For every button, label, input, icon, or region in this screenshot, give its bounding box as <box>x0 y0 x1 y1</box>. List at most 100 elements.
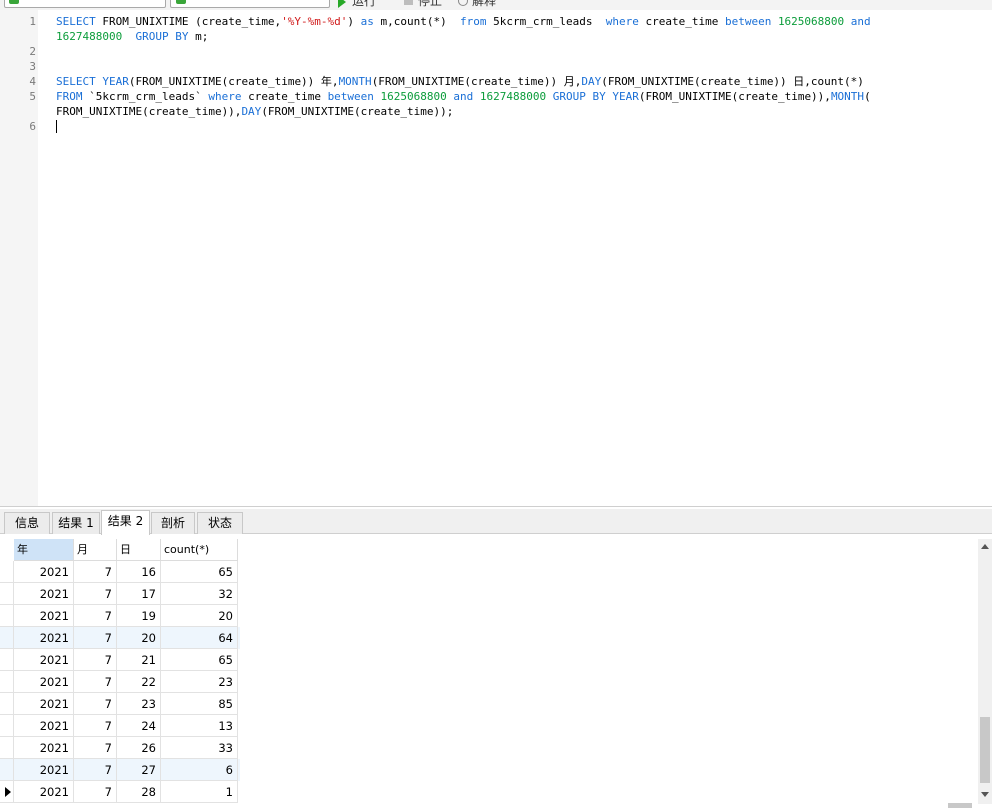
run-button[interactable]: 运行 <box>352 0 376 9</box>
cell-year[interactable]: 2021 <box>14 759 74 781</box>
cell-count[interactable]: 6 <box>161 759 238 781</box>
cell-count[interactable]: 20 <box>161 605 238 627</box>
row-selector[interactable] <box>0 649 14 671</box>
cell-day[interactable]: 28 <box>117 781 161 803</box>
cell-year[interactable]: 2021 <box>14 693 74 715</box>
sql-editor[interactable]: 1 2 3 4 5 6 SELECT FROM_UNIXTIME (create… <box>0 10 992 507</box>
cell-day[interactable]: 22 <box>117 671 161 693</box>
table-row[interactable]: 2021 7 24 13 <box>0 715 240 737</box>
row-selector[interactable] <box>0 561 14 583</box>
cell-count[interactable]: 13 <box>161 715 238 737</box>
tab-result-2[interactable]: 结果 2 <box>101 510 150 535</box>
table-row[interactable]: 2021 7 16 65 <box>0 561 240 583</box>
cell-year[interactable]: 2021 <box>14 737 74 759</box>
sql-keyword: from <box>460 15 487 28</box>
result-grid[interactable]: 年 月 日 count(*) 2021 7 16 65 2021 7 17 32 2021 7 19… <box>0 535 992 808</box>
sql-keyword: DAY <box>241 105 262 118</box>
sql-line-1-wrap: 1627488000 GROUP BY m; <box>56 29 208 44</box>
stop-button[interactable]: 停止 <box>418 0 442 9</box>
tab-info[interactable]: 信息 <box>4 512 50 534</box>
cell-day[interactable]: 17 <box>117 583 161 605</box>
cell-count[interactable]: 85 <box>161 693 238 715</box>
row-selector[interactable] <box>0 627 14 649</box>
cell-year[interactable]: 2021 <box>14 583 74 605</box>
cell-month[interactable]: 7 <box>74 737 117 759</box>
column-header-month[interactable]: 月 <box>74 539 117 561</box>
cell-day[interactable]: 23 <box>117 693 161 715</box>
sql-text: create_time <box>241 90 328 103</box>
tab-status[interactable]: 状态 <box>197 512 243 534</box>
table-row[interactable]: 2021 7 27 6 <box>0 759 240 781</box>
cell-count[interactable]: 1 <box>161 781 238 803</box>
table-row[interactable]: 2021 7 28 1 <box>0 781 240 803</box>
row-selector[interactable] <box>0 737 14 759</box>
cell-month[interactable]: 7 <box>74 781 117 803</box>
scroll-down-icon[interactable] <box>981 792 989 797</box>
splitter[interactable] <box>0 506 992 507</box>
cell-day[interactable]: 16 <box>117 561 161 583</box>
row-selector[interactable] <box>0 671 14 693</box>
table-row[interactable]: 2021 7 17 32 <box>0 583 240 605</box>
row-selector[interactable] <box>0 781 14 803</box>
scrollbar-thumb[interactable] <box>980 717 990 783</box>
cell-year[interactable]: 2021 <box>14 561 74 583</box>
cell-month[interactable]: 7 <box>74 759 117 781</box>
column-header-day[interactable]: 日 <box>117 539 161 561</box>
table-row[interactable]: 2021 7 22 23 <box>0 671 240 693</box>
cell-day[interactable]: 19 <box>117 605 161 627</box>
row-selector[interactable] <box>0 715 14 737</box>
cell-year[interactable]: 2021 <box>14 605 74 627</box>
tab-result-1[interactable]: 结果 1 <box>52 512 100 534</box>
cell-day[interactable]: 24 <box>117 715 161 737</box>
cell-year[interactable]: 2021 <box>14 627 74 649</box>
cell-month[interactable]: 7 <box>74 649 117 671</box>
cell-month[interactable]: 7 <box>74 561 117 583</box>
table-row[interactable]: 2021 7 20 64 <box>0 627 240 649</box>
database-combo[interactable] <box>170 0 330 8</box>
cell-count[interactable]: 23 <box>161 671 238 693</box>
table-row[interactable]: 2021 7 21 65 <box>0 649 240 671</box>
explain-button[interactable]: 解释 <box>472 0 496 9</box>
cell-year[interactable]: 2021 <box>14 781 74 803</box>
cell-day[interactable]: 20 <box>117 627 161 649</box>
run-icon[interactable] <box>338 0 346 8</box>
sql-line-4: SELECT YEAR(FROM_UNIXTIME(create_time)) … <box>56 74 864 89</box>
explain-icon[interactable] <box>458 0 468 6</box>
sql-text: (FROM_UNIXTIME(create_time)); <box>261 105 454 118</box>
cell-day[interactable]: 21 <box>117 649 161 671</box>
row-selector[interactable] <box>0 759 14 781</box>
cell-day[interactable]: 26 <box>117 737 161 759</box>
cell-count[interactable]: 64 <box>161 627 238 649</box>
row-selector[interactable] <box>0 605 14 627</box>
cell-month[interactable]: 7 <box>74 583 117 605</box>
sql-text: ( <box>864 90 871 103</box>
row-selector[interactable] <box>0 583 14 605</box>
scroll-up-icon[interactable] <box>981 544 989 549</box>
table-row[interactable]: 2021 7 23 85 <box>0 693 240 715</box>
cell-year[interactable]: 2021 <box>14 715 74 737</box>
horizontal-scrollbar[interactable] <box>948 803 972 808</box>
cell-month[interactable]: 7 <box>74 693 117 715</box>
row-selector[interactable] <box>0 693 14 715</box>
tab-profile[interactable]: 剖析 <box>151 512 195 534</box>
column-header-year[interactable]: 年 <box>14 539 74 561</box>
cell-count[interactable]: 33 <box>161 737 238 759</box>
vertical-scrollbar[interactable] <box>978 539 992 804</box>
table-row[interactable]: 2021 7 19 20 <box>0 605 240 627</box>
cell-day[interactable]: 27 <box>117 759 161 781</box>
cell-count[interactable]: 65 <box>161 649 238 671</box>
cell-year[interactable]: 2021 <box>14 671 74 693</box>
table-row[interactable]: 2021 7 26 33 <box>0 737 240 759</box>
sql-number: 1627488000 <box>56 30 123 43</box>
cell-month[interactable]: 7 <box>74 605 117 627</box>
database-icon <box>176 0 186 4</box>
cell-month[interactable]: 7 <box>74 627 117 649</box>
cell-count[interactable]: 32 <box>161 583 238 605</box>
cell-month[interactable]: 7 <box>74 671 117 693</box>
cell-year[interactable]: 2021 <box>14 649 74 671</box>
column-header-count[interactable]: count(*) <box>161 539 238 561</box>
cell-count[interactable]: 65 <box>161 561 238 583</box>
cell-month[interactable]: 7 <box>74 715 117 737</box>
stop-icon[interactable] <box>404 0 413 5</box>
connection-combo[interactable] <box>4 0 166 8</box>
